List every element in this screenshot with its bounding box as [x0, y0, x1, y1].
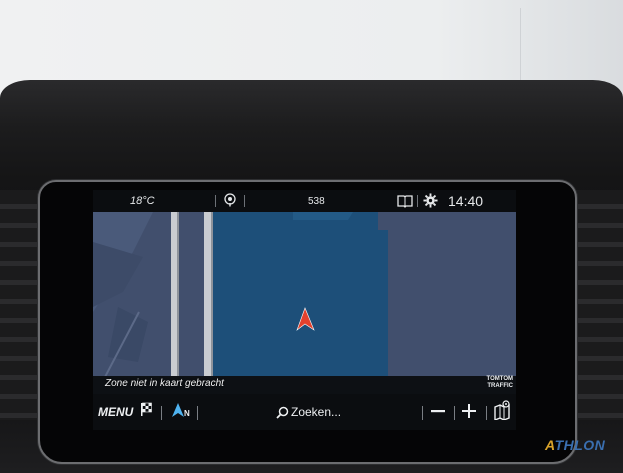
water-area [213, 212, 388, 376]
logo-mark: A [545, 437, 555, 453]
infotainment-screen: 18°C 538 14:40 Zone niet in kaart gebrac… [93, 190, 516, 430]
road-vertical-2 [204, 212, 211, 376]
outside-temperature: 18°C [130, 195, 155, 207]
tomtom-label: TOMTOM [486, 376, 513, 382]
wall-edge [520, 8, 521, 88]
map-settings-icon[interactable] [493, 400, 511, 420]
bottom-divider [422, 406, 423, 420]
zoom-out-icon[interactable] [430, 402, 446, 420]
bottom-divider [486, 406, 487, 420]
status-divider [244, 195, 245, 207]
bottom-divider [197, 406, 198, 420]
north-label: N [184, 409, 190, 418]
destination-flag-icon[interactable] [140, 402, 154, 416]
book-icon[interactable] [397, 194, 413, 208]
voice-assistant-icon[interactable] [223, 193, 237, 207]
tomtom-traffic-logo: TOMTOM TRAFFIC [473, 376, 513, 390]
navigation-mode-button[interactable]: N [171, 402, 193, 420]
menu-button[interactable]: MENU [98, 405, 133, 419]
zoom-in-icon[interactable] [461, 402, 477, 420]
status-bar: 18°C 538 14:40 [93, 190, 516, 212]
clock-time: 14:40 [448, 193, 484, 209]
map-canvas[interactable] [93, 212, 516, 376]
navigation-map[interactable] [93, 212, 516, 376]
north-arrow-icon [172, 403, 184, 417]
status-value: 538 [308, 196, 325, 207]
search-icon [276, 406, 289, 419]
status-divider [215, 195, 216, 207]
water-detail [293, 212, 353, 220]
logo-text: THLON [554, 437, 606, 453]
bottom-divider [454, 406, 455, 420]
bottom-divider [161, 406, 162, 420]
watermark-logo: ATHLON [545, 437, 605, 453]
search-button[interactable]: Zoeken... [276, 405, 341, 419]
traffic-label: TRAFFIC [487, 383, 513, 389]
road-edge [177, 212, 179, 376]
gear-icon[interactable] [423, 193, 438, 208]
status-divider [417, 195, 418, 207]
road-edge-2 [211, 212, 213, 376]
search-label: Zoeken... [291, 405, 342, 419]
zone-unmapped-message: Zone niet in kaart gebracht [105, 378, 224, 389]
bottom-bar: MENU N Zoeken... [93, 394, 516, 430]
road-vertical [171, 212, 177, 376]
